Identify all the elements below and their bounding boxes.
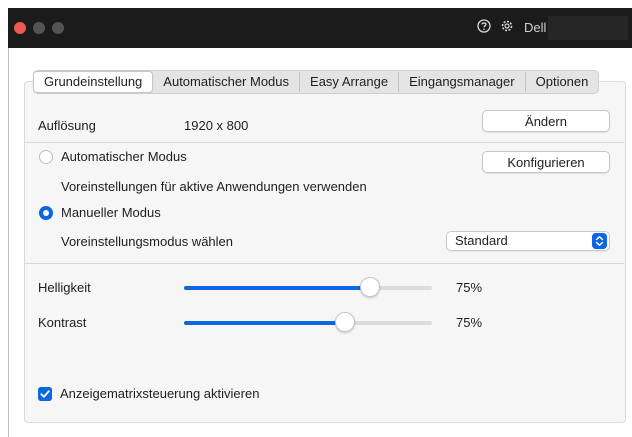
contrast-slider-fill — [184, 321, 346, 325]
contrast-value: 75% — [456, 315, 483, 330]
configure-button[interactable]: Konfigurieren — [482, 151, 610, 173]
help-circle-icon[interactable] — [477, 19, 491, 33]
preset-mode-value: Standard — [455, 233, 508, 248]
redacted-area — [548, 16, 628, 40]
brightness-label: Helligkeit — [38, 280, 91, 295]
manual-mode-radio[interactable] — [39, 206, 53, 220]
contrast-slider[interactable] — [184, 312, 432, 332]
window-edge — [8, 48, 9, 437]
matrix-control-checkbox[interactable] — [38, 387, 52, 401]
resolution-label: Auflösung — [38, 118, 96, 133]
manual-mode-label: Manueller Modus — [61, 205, 161, 220]
auto-mode-description: Voreinstellungen für aktive Anwendungen … — [61, 179, 367, 194]
tab-easy-arrange[interactable]: Easy Arrange — [299, 72, 398, 92]
separator — [24, 263, 624, 264]
brand-label: Dell — [524, 20, 547, 35]
preset-mode-label: Voreinstellungsmodus wählen — [61, 234, 233, 249]
auto-mode-radio[interactable] — [39, 150, 53, 164]
tab-automatischer-modus[interactable]: Automatischer Modus — [153, 72, 299, 92]
tab-eingangsmanager[interactable]: Eingangsmanager — [398, 72, 525, 92]
resolution-value: 1920 x 800 — [184, 118, 249, 133]
brightness-slider[interactable] — [184, 277, 432, 297]
separator — [24, 142, 624, 143]
contrast-label: Kontrast — [38, 315, 87, 330]
tab-optionen[interactable]: Optionen — [524, 72, 599, 92]
title-bar: Dell — [8, 8, 632, 48]
tab-grundeinstellung[interactable]: Grundeinstellung — [33, 71, 154, 93]
chevron-updown-icon — [592, 233, 607, 249]
minimize-window-button[interactable] — [33, 22, 45, 34]
preset-mode-select[interactable]: Standard — [446, 231, 610, 251]
close-window-button[interactable] — [14, 22, 26, 34]
brightness-slider-fill — [184, 286, 370, 290]
zoom-window-button[interactable] — [52, 22, 64, 34]
gear-icon[interactable] — [500, 19, 514, 33]
matrix-control-label: Anzeigematrixsteuerung aktivieren — [60, 386, 260, 401]
brightness-slider-knob[interactable] — [360, 277, 380, 297]
tab-bar: Grundeinstellung Automatischer Modus Eas… — [33, 70, 600, 94]
change-resolution-button[interactable]: Ändern — [482, 110, 610, 132]
auto-mode-label: Automatischer Modus — [61, 149, 187, 164]
brightness-value: 75% — [456, 280, 483, 295]
